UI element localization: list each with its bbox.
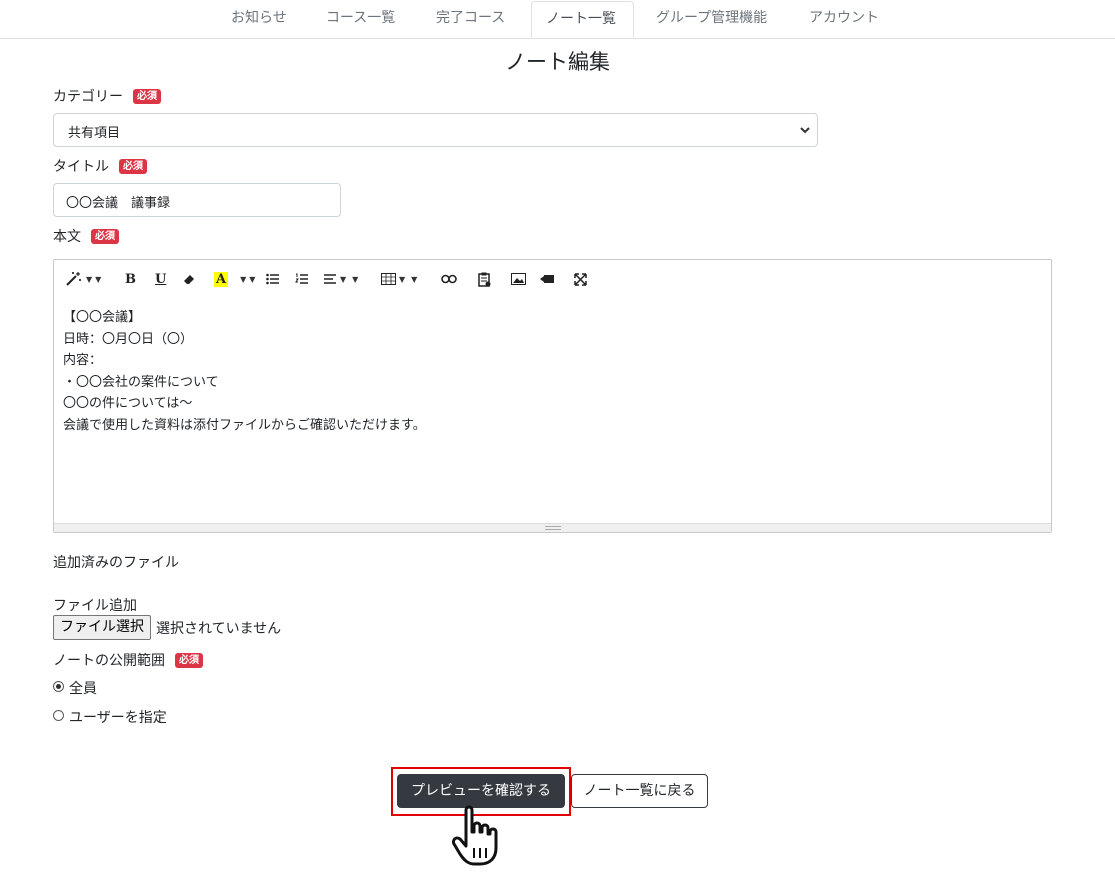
editor-line: 〇〇の件については～ xyxy=(63,396,193,412)
table-icon[interactable]: ▼ ▼ xyxy=(381,269,417,289)
visibility-label: ノートの公開範囲 xyxy=(53,653,165,669)
body-label-row: 本文 必須 xyxy=(53,226,119,246)
category-label: カテゴリー xyxy=(53,89,123,105)
attached-files-label: 追加済みのファイル xyxy=(53,555,179,571)
clipboard-icon[interactable] xyxy=(478,269,491,289)
visibility-label-row: ノートの公開範囲 必須 xyxy=(53,650,203,670)
file-status-text: 選択されていません xyxy=(156,621,282,637)
unordered-list-icon[interactable] xyxy=(266,269,280,289)
paragraph-align-icon[interactable]: ▼ ▼ xyxy=(323,269,358,289)
fullscreen-icon[interactable] xyxy=(574,269,587,289)
bold-icon[interactable]: B xyxy=(125,269,136,289)
editor-line: 会議で使用した資料は添付ファイルからご確認いただけます。 xyxy=(63,417,426,433)
editor-line: 内容： xyxy=(63,353,103,369)
editor-line: 【〇〇会議】 xyxy=(63,310,142,325)
editor-line: 日時：〇月〇日（〇） xyxy=(63,331,194,347)
tab-note-list[interactable]: ノート一覧 xyxy=(531,1,634,38)
visibility-radio-all[interactable] xyxy=(53,681,64,692)
picture-icon[interactable] xyxy=(511,269,526,289)
title-input-value: 〇〇会議 議事録 xyxy=(66,196,171,211)
editor-resize-bar[interactable] xyxy=(54,523,1051,532)
file-add-label: ファイル追加 xyxy=(53,598,137,614)
tab-group-management[interactable]: グループ管理機能 xyxy=(656,0,767,38)
required-badge: 必須 xyxy=(119,159,147,174)
font-color-icon[interactable]: A ▼ ▼ xyxy=(214,269,255,289)
underline-icon[interactable]: U xyxy=(155,269,166,289)
tab-account[interactable]: アカウント xyxy=(809,0,879,38)
category-select[interactable]: 共有項目 xyxy=(53,113,818,147)
file-select-button[interactable]: ファイル選択 xyxy=(53,615,151,640)
preview-button[interactable]: プレビューを確認する xyxy=(397,774,565,808)
eraser-icon[interactable] xyxy=(183,269,195,289)
required-badge: 必須 xyxy=(175,653,203,668)
category-select-value: 共有項目 xyxy=(68,126,121,141)
resize-grip-icon[interactable] xyxy=(545,526,561,530)
link-icon[interactable] xyxy=(441,269,457,289)
body-label: 本文 xyxy=(53,229,81,245)
title-label-row: タイトル 必須 xyxy=(53,156,147,176)
rich-text-editor[interactable]: ▼ ▼ B U A ▼ ▼ ▼ ▼ ▼ ▼ 【〇〇会議】 日時：〇月〇日（〇） … xyxy=(53,259,1052,533)
required-badge: 必須 xyxy=(91,229,119,244)
editor-line: ・〇〇会社の案件について xyxy=(63,374,219,390)
chevron-down-icon xyxy=(799,124,811,140)
page-title: ノート編集 xyxy=(505,50,610,74)
top-nav: お知らせ コース一覧 完了コース ノート一覧 グループ管理機能 アカウント xyxy=(0,0,1115,39)
visibility-option-all-label[interactable]: 全員 xyxy=(69,678,97,698)
required-badge: 必須 xyxy=(133,89,161,104)
category-label-row: カテゴリー 必須 xyxy=(53,86,161,106)
title-label: タイトル xyxy=(53,159,109,175)
tab-news[interactable]: お知らせ xyxy=(231,0,287,38)
visibility-radio-specific-users[interactable] xyxy=(53,710,64,721)
hand-pointer-icon xyxy=(452,804,508,872)
back-to-note-list-button[interactable]: ノート一覧に戻る xyxy=(571,774,708,808)
video-icon[interactable] xyxy=(540,269,555,289)
title-input[interactable]: 〇〇会議 議事録 xyxy=(53,183,341,217)
tab-completed-courses[interactable]: 完了コース xyxy=(436,0,505,38)
magic-icon[interactable]: ▼ ▼ xyxy=(65,269,101,289)
ordered-list-icon[interactable] xyxy=(295,269,309,289)
tab-course-list[interactable]: コース一覧 xyxy=(326,0,395,38)
editor-toolbar: ▼ ▼ B U A ▼ ▼ ▼ ▼ ▼ ▼ xyxy=(54,260,1051,298)
editor-content[interactable]: 【〇〇会議】日時：〇月〇日（〇） 内容： ・〇〇会社の案件について 〇〇の件については… xyxy=(63,307,426,437)
visibility-option-specific-label[interactable]: ユーザーを指定 xyxy=(69,707,167,727)
